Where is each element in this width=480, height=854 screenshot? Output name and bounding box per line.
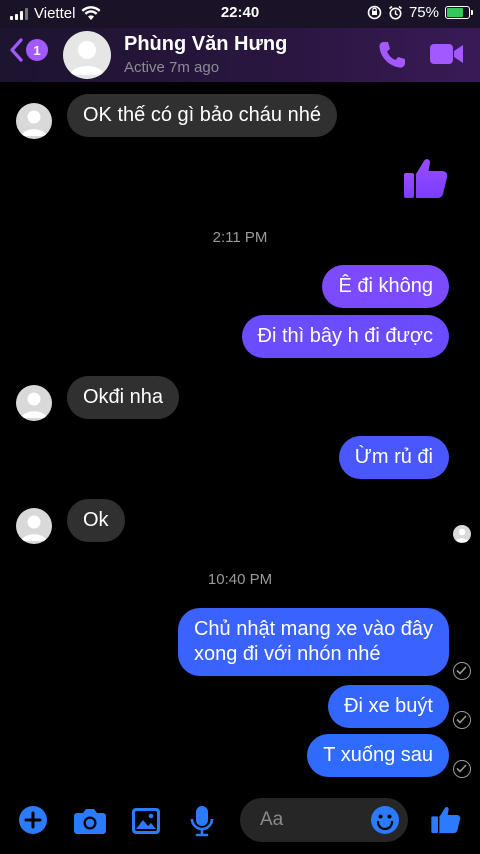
orientation-lock-icon: [367, 5, 382, 20]
outgoing-message-bubble[interactable]: Đi xe buýt: [328, 685, 449, 728]
delivered-check-icon: [453, 760, 471, 778]
incoming-message-bubble[interactable]: OK thế có gì bảo cháu nhé: [67, 94, 337, 137]
contact-status: Active 7m ago: [124, 59, 220, 76]
contact-message-avatar: [16, 103, 52, 139]
more-actions-button[interactable]: [18, 805, 48, 840]
outgoing-message-bubble[interactable]: Ừm rủ đi: [338, 436, 449, 479]
alarm-icon: [388, 5, 402, 20]
message-input[interactable]: [260, 806, 370, 834]
gallery-button[interactable]: [131, 807, 161, 840]
contact-message-avatar: [16, 508, 52, 544]
default-avatar-icon: [70, 41, 104, 75]
message-line: xong đi với nhón nhé: [193, 643, 381, 665]
video-camera-icon: [430, 44, 463, 64]
battery-icon: [445, 6, 473, 19]
emoji-icon: [371, 806, 399, 834]
send-like-button[interactable]: [430, 803, 462, 840]
timestamp: 2:11 PM: [212, 229, 268, 246]
image-icon: [132, 808, 160, 834]
phone-icon: [379, 42, 405, 68]
unread-badge: 1: [26, 39, 48, 61]
contact-name[interactable]: Phùng Văn Hưng: [124, 33, 287, 56]
outgoing-message-bubble[interactable]: Chủ nhật mang xe vào đây xong đi với nhó…: [177, 608, 449, 676]
back-chevron-icon: [10, 38, 23, 62]
incoming-message-bubble[interactable]: Okđi nha: [67, 376, 180, 419]
contact-message-avatar: [16, 385, 52, 421]
contact-avatar[interactable]: [63, 31, 111, 79]
seen-avatar: [453, 525, 471, 543]
thumbs-up-sticker-icon[interactable]: [402, 153, 450, 206]
status-bar: Viettel 22:40 75%: [0, 0, 480, 28]
outgoing-message-bubble[interactable]: T xuống sau: [307, 734, 449, 777]
plus-icon: [19, 806, 47, 834]
incoming-message-bubble[interactable]: Ok: [67, 499, 125, 542]
delivered-check-icon: [453, 711, 471, 729]
battery-percent: 75%: [408, 4, 439, 21]
status-right: 75%: [367, 4, 473, 21]
outgoing-message-bubble[interactable]: Ê đi không: [322, 265, 449, 308]
delivered-check-icon: [453, 662, 471, 680]
emoji-button[interactable]: [370, 805, 400, 840]
thumbs-up-icon: [431, 807, 461, 833]
chat-header: 1 Phùng Văn Hưng Active 7m ago: [0, 28, 480, 82]
microphone-icon: [190, 806, 214, 837]
message-line: Chủ nhật mang xe vào đây: [193, 618, 433, 640]
back-button[interactable]: 1: [8, 37, 48, 63]
composer-bar: [0, 790, 480, 854]
camera-button[interactable]: [73, 807, 107, 840]
outgoing-message-bubble[interactable]: Đi thì bây h đi được: [241, 315, 449, 358]
camera-icon: [74, 809, 106, 834]
voice-call-button[interactable]: [376, 39, 408, 76]
timestamp: 10:40 PM: [207, 571, 273, 588]
voice-message-button[interactable]: [189, 805, 215, 842]
message-composer[interactable]: [240, 798, 408, 842]
video-call-button[interactable]: [429, 41, 465, 72]
